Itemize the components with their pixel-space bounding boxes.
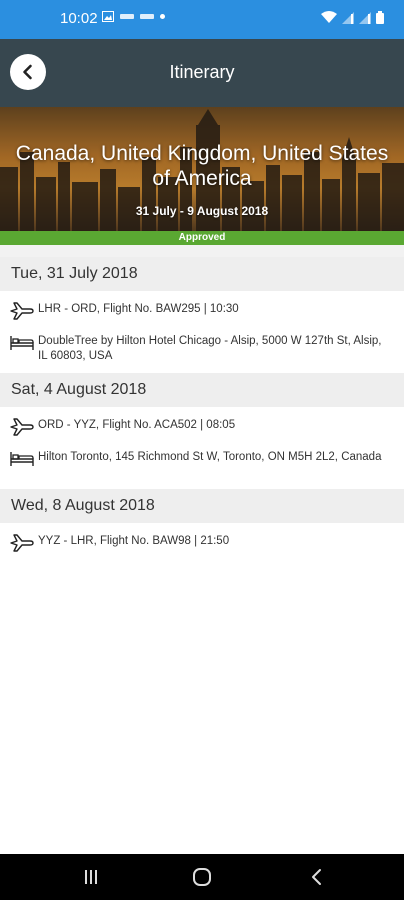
back-nav-button[interactable]	[302, 866, 332, 888]
signal-icon	[342, 11, 354, 24]
flight-details: ORD - YYZ, Flight No. ACA502 | 08:05	[38, 419, 236, 431]
status-time: 10:02	[60, 10, 98, 27]
home-icon	[193, 868, 211, 886]
day-header: Wed, 8 August 2018	[0, 489, 404, 523]
day-header: Sat, 4 August 2018	[0, 373, 404, 407]
flight-details: YYZ - LHR, Flight No. BAW98 | 21:50	[38, 535, 230, 547]
plane-icon	[10, 302, 34, 320]
system-navigation-bar	[0, 854, 404, 900]
status-badge: Approved	[0, 231, 404, 245]
chevron-left-icon	[312, 869, 321, 885]
trip-destinations: Canada, United Kingdom, United States of…	[15, 142, 389, 190]
recent-apps-icon	[85, 870, 97, 884]
plane-icon	[10, 418, 34, 436]
notification-icons	[102, 11, 165, 22]
status-bar: 10:02	[0, 0, 404, 39]
day-header: Tue, 31 July 2018	[0, 257, 404, 291]
wifi-icon	[321, 11, 337, 23]
bed-icon	[10, 450, 34, 468]
itinerary-hotel-item[interactable]: DoubleTree by Hilton Hotel Chicago - Als…	[0, 334, 404, 364]
trip-dates: 31 July - 9 August 2018	[135, 204, 269, 218]
dot-icon	[160, 14, 165, 19]
battery-icon	[376, 11, 384, 24]
itinerary-hotel-item[interactable]: Hilton Toronto, 145 Richmond St W, Toron…	[0, 450, 404, 468]
hotel-details: DoubleTree by Hilton Hotel Chicago - Als…	[38, 335, 382, 362]
flight-details: LHR - ORD, Flight No. BAW295 | 10:30	[38, 303, 239, 315]
signal-icon	[359, 11, 371, 24]
itinerary-flight-item[interactable]: YYZ - LHR, Flight No. BAW98 | 21:50	[0, 534, 404, 552]
trip-hero-banner: Canada, United Kingdom, United States of…	[0, 107, 404, 231]
system-icons	[321, 11, 384, 24]
recent-apps-button[interactable]	[76, 866, 106, 888]
page-title: Itinerary	[169, 62, 235, 82]
gallery-icon	[102, 11, 114, 22]
bed-icon	[10, 334, 34, 352]
divider	[0, 245, 404, 257]
message-icon	[140, 14, 154, 19]
message-icon	[120, 14, 134, 19]
home-button[interactable]	[187, 866, 217, 888]
itinerary-flight-item[interactable]: LHR - ORD, Flight No. BAW295 | 10:30	[0, 302, 404, 320]
hotel-details: Hilton Toronto, 145 Richmond St W, Toron…	[38, 451, 382, 463]
plane-icon	[10, 534, 34, 552]
itinerary-flight-item[interactable]: ORD - YYZ, Flight No. ACA502 | 08:05	[0, 418, 404, 436]
app-bar: Itinerary	[0, 39, 404, 107]
